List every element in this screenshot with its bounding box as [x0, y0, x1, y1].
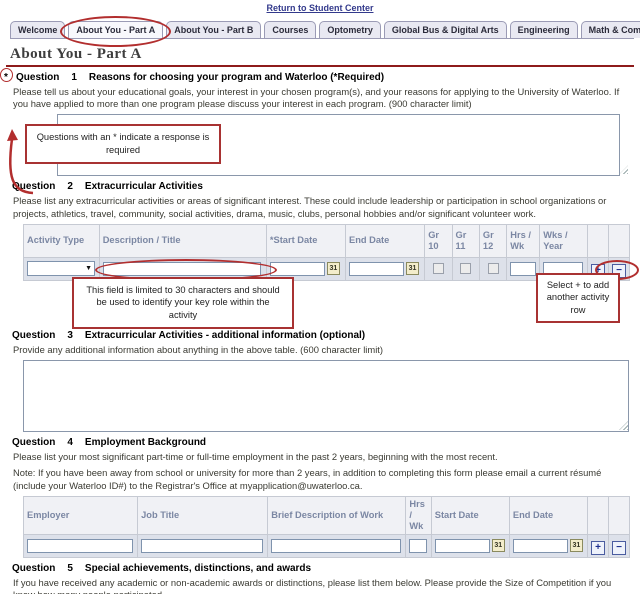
col-end-date: End Date: [508, 495, 589, 536]
question-4-description: Please list your most significant part-t…: [13, 451, 498, 463]
page-title: About You - Part A: [10, 46, 142, 62]
question-title: Extracurricular Activities - additional …: [84, 329, 366, 341]
question-5-heading: Question 5 Special achievements, distinc…: [12, 563, 630, 574]
annotation-callout-30-characters: This field is limited to 30 characters a…: [72, 276, 294, 329]
top-bar: Return to Student Center: [0, 0, 640, 15]
col-wks-year: Wks / Year: [539, 223, 588, 258]
annotation-callout-required: Questions with an * indicate a response …: [25, 124, 221, 164]
col-description-title: Description / Title: [98, 223, 267, 258]
col-gr10: Gr 10: [424, 223, 453, 258]
question-5-description: If you have received any academic or non…: [13, 577, 612, 594]
question-1-description: Please tell us about your educational go…: [13, 86, 620, 110]
question-2-heading: Question 2 Extracurricular Activities: [12, 181, 630, 192]
start-date-input[interactable]: [434, 538, 490, 553]
col-add: [587, 495, 609, 536]
question-number: 4: [67, 437, 73, 449]
tab-math-computer-science[interactable]: Math & Computer Science: [580, 21, 640, 38]
gr11-checkbox[interactable]: [460, 263, 472, 275]
question-label: Question: [12, 437, 56, 449]
col-hrs-wk: Hrs / Wk: [405, 495, 432, 536]
resize-grip: [619, 165, 628, 175]
question-2-section: Question 2 Extracurricular Activities Pl…: [0, 176, 640, 329]
calendar-icon[interactable]: 31: [326, 262, 340, 276]
question-3-heading: Question 3 Extracurricular Activities - …: [12, 330, 630, 341]
employment-table: Employer Job Title Brief Description of …: [22, 495, 630, 559]
calendar-icon[interactable]: 31: [491, 539, 505, 553]
gr12-checkbox[interactable]: [487, 263, 499, 275]
question-3-section: Question 3 Extracurricular Activities - …: [0, 325, 640, 433]
hrs-wk-input[interactable]: [510, 261, 537, 276]
question-5-section: Question 5 Special achievements, distinc…: [0, 558, 640, 594]
question-label: Question: [12, 563, 56, 575]
calendar-icon[interactable]: 31: [569, 539, 583, 553]
col-activity-type: Activity Type: [23, 223, 100, 258]
col-hrs-wk: Hrs / Wk: [506, 223, 541, 258]
required-asterisk: *: [0, 68, 13, 83]
employment-data-row: 31 31 + −: [22, 534, 630, 559]
question-title: Employment Background: [84, 437, 207, 449]
tab-engineering[interactable]: Engineering: [509, 21, 578, 38]
chevron-down-icon: ▼: [85, 265, 92, 273]
start-date-input[interactable]: [269, 261, 325, 276]
col-gr11: Gr 11: [451, 223, 480, 258]
brief-description-input[interactable]: [271, 538, 402, 553]
tab-label: About You - Part A: [76, 25, 156, 35]
activities-header-row: Activity Type Description / Title *Start…: [23, 223, 631, 258]
col-remove: [608, 495, 630, 536]
question-label: Question: [12, 181, 56, 193]
return-to-student-center-link[interactable]: Return to Student Center: [267, 3, 374, 13]
gr10-checkbox[interactable]: [432, 263, 444, 275]
question-number: 5: [67, 563, 73, 575]
employment-header-row: Employer Job Title Brief Description of …: [22, 495, 630, 536]
question-label: Question: [16, 72, 60, 83]
question-title: Special achievements, distinctions, and …: [84, 563, 312, 575]
question-label: Question: [12, 329, 56, 341]
remove-row-button[interactable]: −: [612, 541, 626, 556]
add-row-button[interactable]: +: [591, 541, 605, 556]
question-2-description: Please list any extracurricular activiti…: [13, 195, 607, 219]
question-1-textarea-wrap: Questions with an * indicate a response …: [7, 114, 630, 195]
question-3-description: Provide any additional information about…: [13, 343, 384, 355]
tab-optometry[interactable]: Optometry: [319, 21, 381, 38]
col-end-date: End Date: [345, 223, 426, 258]
description-title-input[interactable]: [102, 261, 261, 276]
question-1-heading: * Question 1 Reasons for choosing your p…: [0, 68, 630, 83]
col-remove: [607, 223, 631, 258]
col-gr12: Gr 12: [478, 223, 508, 258]
col-start-date: *Start Date: [265, 223, 347, 258]
col-brief-description: Brief Description of Work: [267, 495, 407, 536]
question-4-section: Question 4 Employment Background Please …: [0, 432, 640, 559]
hrs-wk-input[interactable]: [409, 538, 428, 553]
end-date-input[interactable]: [512, 538, 568, 553]
question-1-section: * Question 1 Reasons for choosing your p…: [0, 67, 640, 195]
question-4-note: Note: If you have been away from school …: [13, 467, 602, 491]
col-employer: Employer: [22, 495, 139, 536]
tab-bar: Welcome About You - Part A About You - P…: [10, 16, 640, 47]
calendar-icon[interactable]: 31: [406, 262, 420, 276]
tab-about-you-part-a[interactable]: About You - Part A: [60, 16, 172, 47]
question-title: Reasons for choosing your program and Wa…: [88, 72, 385, 83]
tab-about-you-part-b[interactable]: About You - Part B: [166, 21, 262, 38]
employer-input[interactable]: [27, 538, 133, 553]
question-number: 1: [71, 72, 77, 83]
tab-courses[interactable]: Courses: [264, 21, 317, 38]
question-2-annotations: This field is limited to 30 characters a…: [12, 272, 630, 329]
col-job-title: Job Title: [137, 495, 269, 536]
question-title: Extracurricular Activities: [84, 181, 203, 193]
question-3-textarea-wrap: [12, 360, 630, 433]
question-number: 2: [67, 181, 73, 193]
activity-type-select[interactable]: ▼: [27, 261, 95, 277]
col-add: [586, 223, 609, 258]
q3-additional-info-textarea[interactable]: [23, 360, 629, 433]
tab-welcome[interactable]: Welcome: [10, 21, 66, 38]
asterisk-glyph: *: [4, 72, 8, 83]
end-date-input[interactable]: [349, 261, 405, 276]
question-4-heading: Question 4 Employment Background: [12, 437, 630, 448]
annotation-callout-add-row: Select + to add another activity row: [536, 272, 620, 323]
question-number: 3: [67, 329, 73, 341]
job-title-input[interactable]: [141, 538, 264, 553]
tab-global-bus-digital-arts[interactable]: Global Bus & Digital Arts: [383, 21, 507, 38]
col-start-date: Start Date: [430, 495, 510, 536]
employment-table-wrap: Employer Job Title Brief Description of …: [22, 495, 630, 559]
